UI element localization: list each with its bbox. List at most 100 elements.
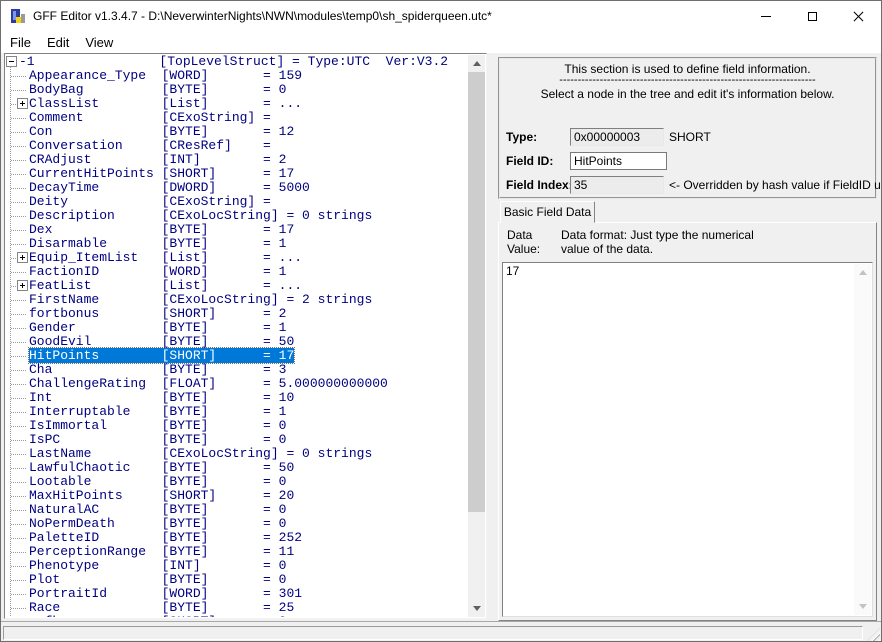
- tree-row-text[interactable]: ClassList [List] = ...: [29, 96, 302, 111]
- tree-scrollbar[interactable]: [468, 55, 485, 617]
- data-value-editor[interactable]: 17: [502, 262, 873, 617]
- tree-row-DecayTime[interactable]: DecayTime [DWORD] = 5000: [6, 181, 468, 195]
- tree-row-text[interactable]: BodyBag [BYTE] = 0: [29, 82, 286, 97]
- tree-row-MaxHitPoints[interactable]: MaxHitPoints [SHORT] = 20: [6, 489, 468, 503]
- tree-row-Con[interactable]: Con [BYTE] = 12: [6, 125, 468, 139]
- tree-row-IsPC[interactable]: IsPC [BYTE] = 0: [6, 433, 468, 447]
- expand-icon[interactable]: [17, 98, 28, 109]
- tree-row-text[interactable]: Phenotype [INT] = 0: [29, 558, 286, 573]
- resize-grip-icon[interactable]: [866, 628, 880, 642]
- tree-row-Equip_ItemList[interactable]: Equip_ItemList [List] = ...: [6, 251, 468, 265]
- tree-row-text[interactable]: Int [BYTE] = 10: [29, 390, 294, 405]
- scroll-down-button[interactable]: [468, 600, 485, 617]
- tree-row-text[interactable]: Dex [BYTE] = 17: [29, 222, 294, 237]
- tree-row-text[interactable]: NoPermDeath [BYTE] = 0: [29, 516, 286, 531]
- scrollbar-thumb[interactable]: [468, 72, 485, 512]
- tree-row-text[interactable]: ChallengeRating [FLOAT] = 5.000000000000: [29, 376, 388, 391]
- tree-row-text[interactable]: Equip_ItemList [List] = ...: [29, 250, 302, 265]
- tree-row-NaturalAC[interactable]: NaturalAC [BYTE] = 0: [6, 503, 468, 517]
- collapse-icon[interactable]: [6, 56, 17, 67]
- tree-row-NoPermDeath[interactable]: NoPermDeath [BYTE] = 0: [6, 517, 468, 531]
- tree-row-text[interactable]: PortraitId [WORD] = 301: [29, 586, 302, 601]
- maximize-button[interactable]: [789, 1, 835, 31]
- tree-row-text[interactable]: Gender [BYTE] = 1: [29, 320, 286, 335]
- data-value-text[interactable]: 17: [506, 264, 852, 278]
- tree-row-BodyBag[interactable]: BodyBag [BYTE] = 0: [6, 83, 468, 97]
- tree-row-text[interactable]: Deity [CExoString] =: [29, 194, 279, 209]
- tree-row-CRAdjust[interactable]: CRAdjust [INT] = 2: [6, 153, 468, 167]
- tree-row-ChallengeRating[interactable]: ChallengeRating [FLOAT] = 5.000000000000: [6, 377, 468, 391]
- tree-row-FirstName[interactable]: FirstName [CExoLocString] = 2 strings: [6, 293, 468, 307]
- tree-row-text[interactable]: fortbonus [SHORT] = 2: [29, 306, 286, 321]
- tree-row-text[interactable]: HitPoints [SHORT] = 17: [29, 348, 294, 363]
- tree-row-FeatList[interactable]: FeatList [List] = ...: [6, 279, 468, 293]
- tree-row-text[interactable]: Comment [CExoString] =: [29, 110, 279, 125]
- tree-row-text[interactable]: Interruptable [BYTE] = 1: [29, 404, 286, 419]
- tree-row-Gender[interactable]: Gender [BYTE] = 1: [6, 321, 468, 335]
- tree-row-text[interactable]: Race [BYTE] = 25: [29, 600, 294, 615]
- tree-row-text[interactable]: IsPC [BYTE] = 0: [29, 432, 286, 447]
- editor-scroll-down-button[interactable]: [854, 598, 871, 615]
- tree-row-Deity[interactable]: Deity [CExoString] =: [6, 195, 468, 209]
- tree-row-Appearance_Type[interactable]: Appearance_Type [WORD] = 159: [6, 69, 468, 83]
- tree-row-text[interactable]: MaxHitPoints [SHORT] = 20: [29, 488, 294, 503]
- tree-row-ClassList[interactable]: ClassList [List] = ...: [6, 97, 468, 111]
- tree-row-text[interactable]: DecayTime [DWORD] = 5000: [29, 180, 310, 195]
- tree-row-Description[interactable]: Description [CExoLocString] = 0 strings: [6, 209, 468, 223]
- tree-row--1[interactable]: -1 [TopLevelStruct] = Type:UTC Ver:V3.2: [6, 55, 468, 69]
- expand-icon[interactable]: [17, 252, 28, 263]
- tree-row-text[interactable]: Appearance_Type [WORD] = 159: [29, 68, 302, 83]
- type-field[interactable]: [570, 128, 664, 146]
- tree-row-text[interactable]: -1 [TopLevelStruct] = Type:UTC Ver:V3.2: [19, 55, 448, 69]
- tree-row-text[interactable]: Plot [BYTE] = 0: [29, 572, 286, 587]
- minimize-button[interactable]: [743, 1, 789, 31]
- field-index-field[interactable]: [570, 176, 664, 194]
- menu-edit[interactable]: Edit: [39, 33, 77, 52]
- tree-row-text[interactable]: PerceptionRange [BYTE] = 11: [29, 544, 294, 559]
- tree-row-Disarmable[interactable]: Disarmable [BYTE] = 1: [6, 237, 468, 251]
- tree-row-FactionID[interactable]: FactionID [WORD] = 1: [6, 265, 468, 279]
- editor-scroll-up-button[interactable]: [854, 264, 871, 281]
- tree-row-text[interactable]: GoodEvil [BYTE] = 50: [29, 334, 294, 349]
- tree-row-PaletteID[interactable]: PaletteID [BYTE] = 252: [6, 531, 468, 545]
- tree-row-LastName[interactable]: LastName [CExoLocString] = 0 strings: [6, 447, 468, 461]
- editor-scrollbar[interactable]: [854, 264, 871, 615]
- tree-row-text[interactable]: Description [CExoLocString] = 0 strings: [29, 208, 372, 223]
- tree-row-Race[interactable]: Race [BYTE] = 25: [6, 601, 468, 615]
- tree-row-text[interactable]: IsImmortal [BYTE] = 0: [29, 418, 286, 433]
- tab-basic-field-data[interactable]: Basic Field Data: [500, 201, 595, 223]
- menu-file[interactable]: File: [2, 33, 39, 52]
- tree-row-Plot[interactable]: Plot [BYTE] = 0: [6, 573, 468, 587]
- tree-row-Conversation[interactable]: Conversation [CResRef] =: [6, 139, 468, 153]
- tree-row-fortbonus[interactable]: fortbonus [SHORT] = 2: [6, 307, 468, 321]
- tree-row-text[interactable]: Conversation [CResRef] =: [29, 138, 279, 153]
- tree-row-IsImmortal[interactable]: IsImmortal [BYTE] = 0: [6, 419, 468, 433]
- tree-row-PortraitId[interactable]: PortraitId [WORD] = 301: [6, 587, 468, 601]
- tree-row-text[interactable]: FirstName [CExoLocString] = 2 strings: [29, 292, 372, 307]
- tree-row-HitPoints[interactable]: HitPoints [SHORT] = 17: [6, 349, 468, 363]
- tree-row-text[interactable]: Con [BYTE] = 12: [29, 124, 294, 139]
- menu-view[interactable]: View: [77, 33, 121, 52]
- tree-row-text[interactable]: FactionID [WORD] = 1: [29, 264, 286, 279]
- tree-row-text[interactable]: Cha [BYTE] = 3: [29, 362, 286, 377]
- tree-row-LawfulChaotic[interactable]: LawfulChaotic [BYTE] = 50: [6, 461, 468, 475]
- tree-row-GoodEvil[interactable]: GoodEvil [BYTE] = 50: [6, 335, 468, 349]
- tree-row-Phenotype[interactable]: Phenotype [INT] = 0: [6, 559, 468, 573]
- tree-row-text[interactable]: Lootable [BYTE] = 0: [29, 474, 286, 489]
- tree-row-Int[interactable]: Int [BYTE] = 10: [6, 391, 468, 405]
- scroll-up-button[interactable]: [468, 55, 485, 72]
- tree-row-Cha[interactable]: Cha [BYTE] = 3: [6, 363, 468, 377]
- tree-row-text[interactable]: LastName [CExoLocString] = 0 strings: [29, 446, 372, 461]
- close-button[interactable]: [835, 1, 881, 31]
- tree-row-text[interactable]: NaturalAC [BYTE] = 0: [29, 502, 286, 517]
- tree-row-text[interactable]: Disarmable [BYTE] = 1: [29, 236, 286, 251]
- tree-row-text[interactable]: FeatList [List] = ...: [29, 278, 302, 293]
- tree-row-CurrentHitPoints[interactable]: CurrentHitPoints [SHORT] = 17: [6, 167, 468, 181]
- tree-row-PerceptionRange[interactable]: PerceptionRange [BYTE] = 11: [6, 545, 468, 559]
- tree-row-text[interactable]: CurrentHitPoints [SHORT] = 17: [29, 166, 294, 181]
- tree-row-Dex[interactable]: Dex [BYTE] = 17: [6, 223, 468, 237]
- tree-row-Lootable[interactable]: Lootable [BYTE] = 0: [6, 475, 468, 489]
- tree-row-refbonus[interactable]: refbonus [SHORT] = 2: [6, 615, 468, 617]
- tree-row-text[interactable]: refbonus [SHORT] = 2: [29, 614, 286, 617]
- tree-row-text[interactable]: LawfulChaotic [BYTE] = 50: [29, 460, 294, 475]
